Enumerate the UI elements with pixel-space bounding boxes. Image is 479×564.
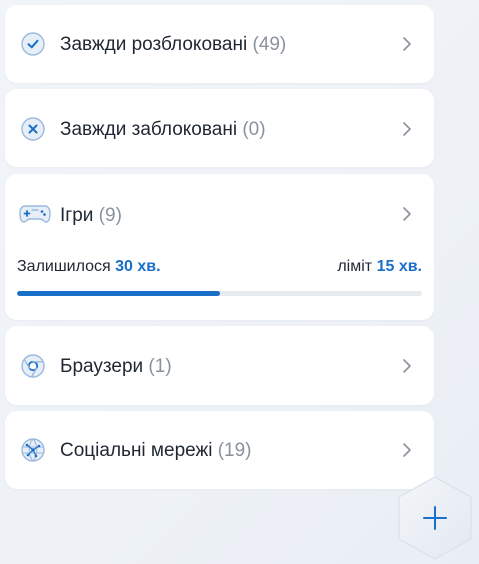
category-card-always-unlocked[interactable]: Завжди розблоковані (49)	[5, 5, 434, 83]
browser-icon	[19, 352, 47, 380]
check-circle-icon	[19, 30, 47, 58]
chevron-right-icon	[403, 359, 411, 373]
category-label: Завжди розблоковані	[60, 34, 248, 55]
time-limit: ліміт 15 хв.	[337, 258, 422, 276]
category-card-social-networks[interactable]: Соціальні мережі (19)	[5, 411, 434, 489]
time-limit-value: 15 хв.	[376, 258, 422, 275]
chevron-right-icon	[403, 443, 411, 457]
category-label: Браузери	[60, 356, 144, 377]
category-count: (1)	[148, 356, 172, 377]
category-card-browsers[interactable]: Браузери (1)	[5, 326, 434, 405]
time-remaining-label: Залишилося	[17, 258, 111, 275]
globe-network-icon	[19, 436, 47, 464]
gamepad-icon	[19, 200, 51, 228]
category-count: (19)	[217, 440, 252, 461]
category-label: Завжди заблоковані	[60, 119, 238, 140]
category-label: Соціальні мережі	[60, 440, 213, 461]
category-label: Ігри	[60, 205, 94, 226]
chevron-right-icon	[403, 37, 411, 51]
chevron-right-icon	[403, 207, 411, 221]
category-count: (9)	[98, 205, 122, 226]
time-remaining: Залишилося 30 хв.	[17, 258, 161, 276]
time-limit-info: Залишилося 30 хв. ліміт 15 хв.	[17, 258, 422, 276]
category-count: (0)	[242, 119, 266, 140]
x-circle-icon	[19, 115, 47, 143]
chevron-right-icon	[403, 122, 411, 136]
category-count: (49)	[252, 34, 287, 55]
time-progress-bar	[17, 291, 422, 296]
add-category-button[interactable]	[395, 474, 475, 562]
time-remaining-value: 30 хв.	[115, 258, 161, 275]
category-card-games[interactable]: Ігри (9) Залишилося 30 хв. ліміт 15 хв.	[5, 174, 434, 320]
category-card-always-blocked[interactable]: Завжди заблоковані (0)	[5, 89, 434, 167]
time-progress-fill	[17, 291, 220, 296]
time-limit-label: ліміт	[337, 258, 373, 275]
